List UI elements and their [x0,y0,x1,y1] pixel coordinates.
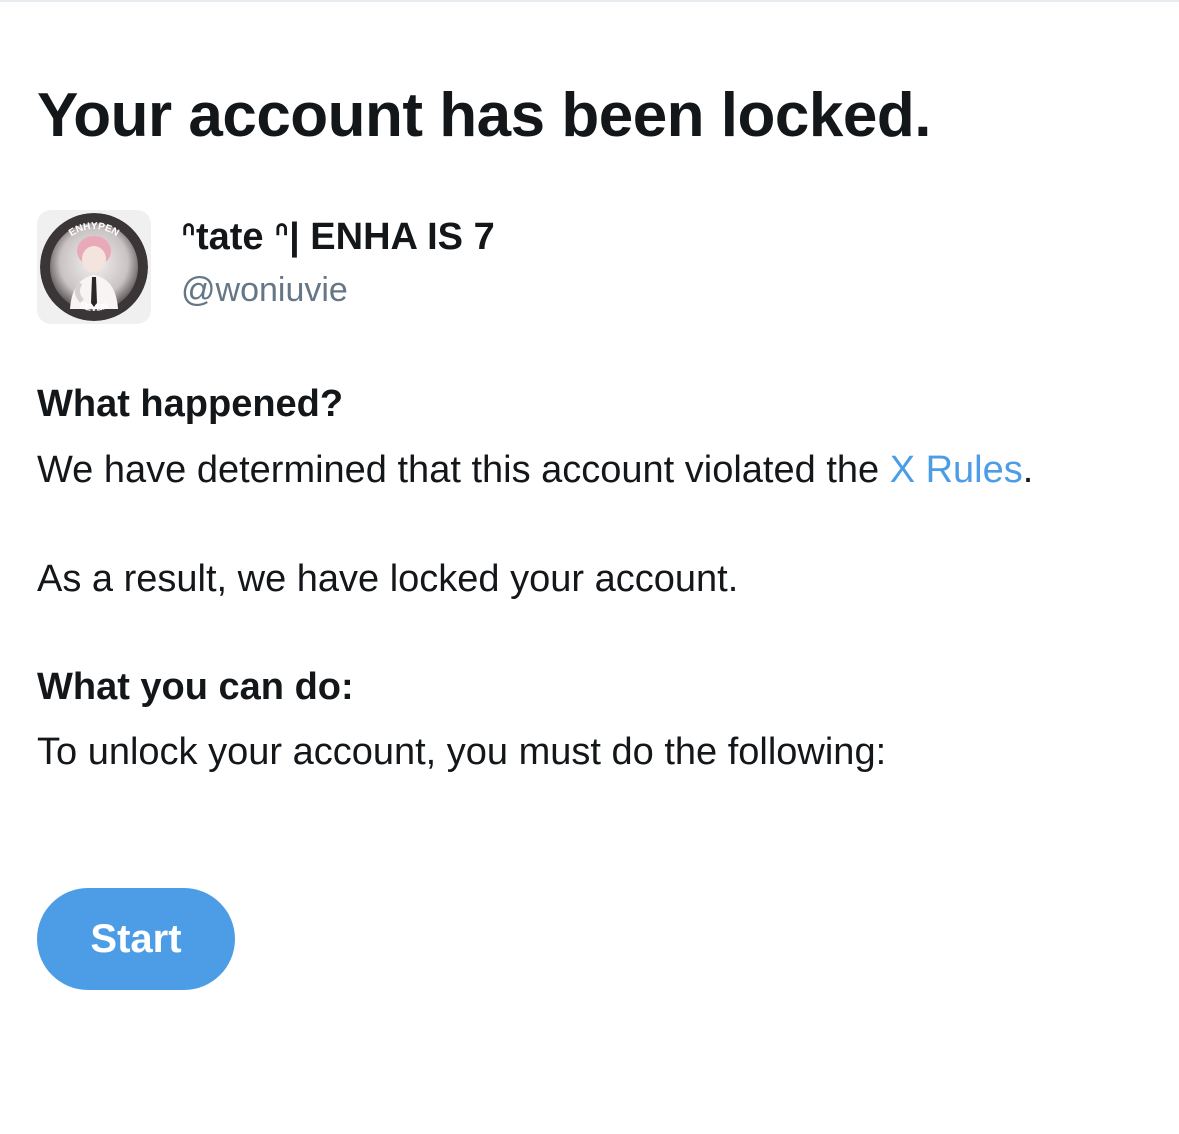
x-rules-link[interactable]: X Rules [890,449,1023,491]
display-name: ᐢtate ᐢ| ENHA IS 7 [181,216,495,258]
account-identity: ᐢtate ᐢ| ENHA IS 7 @woniuvie [181,210,495,310]
violation-text-suffix: . [1022,449,1034,491]
violation-text: We have determined that this account vio… [37,449,1033,492]
result-text: As a result, we have locked your account… [37,558,739,600]
avatar-image: ENHYPEN SEVEN [40,213,148,321]
top-divider [0,0,1179,2]
start-button[interactable]: Start [37,888,235,990]
unlock-instructions-text: To unlock your account, you must do the … [37,731,887,773]
avatar-picture-icon: ENHYPEN SEVEN [40,213,148,321]
avatar: ENHYPEN SEVEN [37,210,151,324]
what-happened-heading: What happened? [37,383,344,425]
what-you-can-do-heading: What you can do: [37,666,354,708]
page-title: Your account has been locked. [37,81,931,150]
violation-text-prefix: We have determined that this account vio… [37,449,890,491]
account-handle: @woniuvie [181,271,348,309]
account-card: ENHYPEN SEVEN ᐢtate ᐢ| ENHA IS 7 @woniuv… [37,210,495,324]
